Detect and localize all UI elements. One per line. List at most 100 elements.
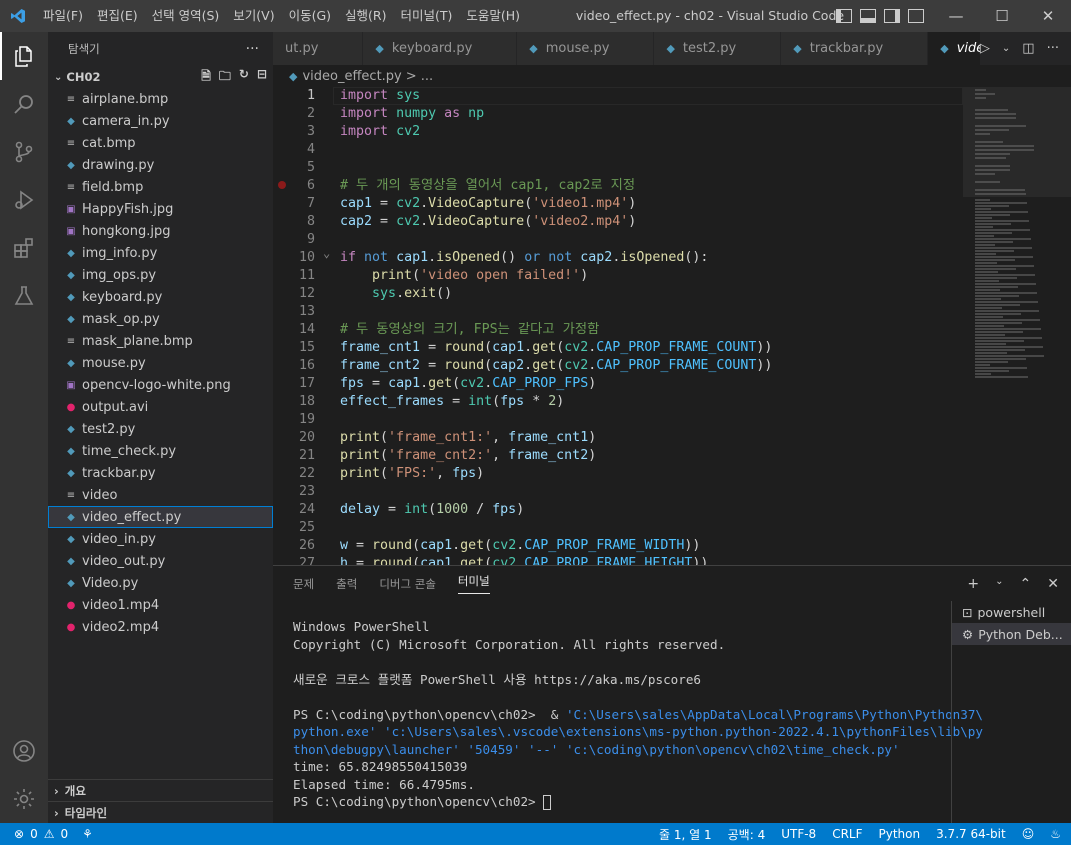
more-actions-icon[interactable]: ··· [1047, 41, 1059, 56]
maximize-icon[interactable]: ☐ [979, 0, 1025, 32]
settings-gear-icon[interactable] [0, 775, 48, 823]
menu-item[interactable]: 편집(E) [90, 0, 145, 32]
file-item[interactable]: ● video2.mp4 [48, 616, 273, 638]
file-item[interactable]: ≡ airplane.bmp [48, 88, 273, 110]
run-debug-icon[interactable] [0, 176, 48, 224]
editor-tab[interactable]: ut.py [273, 32, 364, 65]
editor-tab[interactable]: ◆ test2.py [654, 32, 782, 65]
toggle-panel-icon[interactable] [860, 9, 876, 23]
menu-item[interactable]: 이동(G) [282, 0, 338, 32]
panel-tab[interactable]: 터미널 [457, 573, 490, 594]
feedback-icon[interactable]: ☺ [1022, 827, 1035, 841]
file-item[interactable]: ▣ opencv-logo-white.png [48, 374, 273, 396]
file-item[interactable]: ◆ mask_op.py [48, 308, 273, 330]
split-editor-icon[interactable]: ◫ [1022, 41, 1034, 56]
breadcrumb-file[interactable]: video_effect.py [302, 69, 401, 84]
timeline-section[interactable]: › 타임라인 [48, 801, 273, 823]
file-item[interactable]: ◆ keyboard.py [48, 286, 273, 308]
toggle-sidebar-icon[interactable] [836, 9, 852, 23]
maximize-panel-icon[interactable]: ⌃ [1020, 576, 1032, 592]
code-editor[interactable]: 1 import sys 2 import numpy as np 3 import cv… [273, 87, 963, 565]
warning-count[interactable]: 0 [60, 827, 68, 841]
panel-tab[interactable]: 문제 [293, 576, 314, 592]
terminal-dropdown-icon[interactable]: ⌄ [995, 576, 1003, 592]
file-item[interactable]: ≡ field.bmp [48, 176, 273, 198]
menu-item[interactable]: 파일(F) [36, 0, 90, 32]
panel-tab[interactable]: 디버그 콘솔 [379, 576, 436, 592]
file-item[interactable]: ◆ camera_in.py [48, 110, 273, 132]
notifications-bell-icon[interactable]: ♨ [1050, 827, 1061, 841]
search-icon[interactable] [0, 80, 48, 128]
fold-chevron-icon[interactable]: ⌄ [323, 246, 330, 260]
more-actions-icon[interactable]: ··· [246, 41, 259, 57]
close-panel-icon[interactable]: ✕ [1047, 576, 1059, 592]
collapse-all-icon[interactable]: ⊟ [257, 67, 267, 88]
run-dropdown-icon[interactable]: ⌄ [1002, 43, 1010, 54]
file-item[interactable]: ◆ test2.py [48, 418, 273, 440]
menu-item[interactable]: 터미널(T) [394, 0, 460, 32]
indentation[interactable]: 공백: 4 [728, 826, 766, 843]
terminal-instance[interactable]: ⚙ Python Deb... [952, 623, 1071, 645]
editor-tab[interactable]: ◆ mouse.py [517, 32, 655, 65]
source-control-icon[interactable] [0, 128, 48, 176]
file-item[interactable]: ◆ video_out.py [48, 550, 273, 572]
file-item[interactable]: ◆ trackbar.py [48, 462, 273, 484]
menu-item[interactable]: 실행(R) [338, 0, 393, 32]
editor-tab[interactable]: ◆ keyboard.py [363, 32, 518, 65]
editor-tab[interactable]: ◆ trackbar.py [781, 32, 929, 65]
line-ending[interactable]: CRLF [832, 827, 862, 841]
remote-icon[interactable]: ⚘ [82, 827, 93, 841]
menu-item[interactable]: 도움말(H) [459, 0, 527, 32]
file-item[interactable]: ≡ mask_plane.bmp [48, 330, 273, 352]
encoding[interactable]: UTF-8 [781, 827, 816, 841]
outline-section[interactable]: › 개요 [48, 779, 273, 801]
customize-layout-icon[interactable] [908, 9, 924, 23]
panel-tab[interactable]: 출력 [336, 576, 357, 592]
terminal-output[interactable]: Windows PowerShell Copyright (C) Microsof… [293, 618, 983, 811]
file-item[interactable]: ◆ img_info.py [48, 242, 273, 264]
folder-header[interactable]: ⌄ CH02 🗎 🗀 ↻ ⊟ [48, 66, 273, 88]
new-folder-icon[interactable]: 🗀 [219, 67, 231, 88]
file-item[interactable]: ◆ time_check.py [48, 440, 273, 462]
line-number: 10 [298, 250, 315, 265]
file-item[interactable]: ▣ hongkong.jpg [48, 220, 273, 242]
python-interpreter[interactable]: 3.7.7 64-bit [936, 827, 1006, 841]
file-item[interactable]: ◆ mouse.py [48, 352, 273, 374]
terminal-cursor [543, 795, 552, 810]
close-window-icon[interactable]: ✕ [1025, 0, 1071, 32]
terminal-instance[interactable]: ⊡ powershell [952, 601, 1071, 623]
language-mode[interactable]: Python [879, 827, 921, 841]
run-file-icon[interactable]: ▷ [980, 41, 990, 56]
file-item[interactable]: ◆ drawing.py [48, 154, 273, 176]
file-item[interactable]: ▣ HappyFish.jpg [48, 198, 273, 220]
file-item[interactable]: ≡ cat.bmp [48, 132, 273, 154]
minimap[interactable] [963, 87, 1071, 565]
warning-icon[interactable]: ⚠ [44, 827, 55, 841]
file-item[interactable]: ● video1.mp4 [48, 594, 273, 616]
video-file-icon: ● [66, 599, 76, 611]
toggle-secondary-sidebar-icon[interactable] [884, 9, 900, 23]
minimize-icon[interactable]: — [933, 0, 979, 32]
breadcrumb-more[interactable]: > ... [406, 69, 433, 84]
terminal-line: Windows PowerShell [293, 618, 943, 636]
file-item[interactable]: ◆ video_in.py [48, 528, 273, 550]
explorer-icon[interactable] [0, 32, 48, 80]
menu-item[interactable]: 선택 영역(S) [145, 0, 227, 32]
testing-icon[interactable] [0, 272, 48, 320]
refresh-icon[interactable]: ↻ [239, 67, 249, 88]
new-file-icon[interactable]: 🗎 [201, 67, 211, 88]
file-item[interactable]: ◆ Video.py [48, 572, 273, 594]
file-item[interactable]: ≡ video [48, 484, 273, 506]
file-item[interactable]: ● output.avi [48, 396, 273, 418]
minimap-viewport[interactable] [963, 87, 1071, 197]
account-icon[interactable] [0, 727, 48, 775]
extensions-icon[interactable] [0, 224, 48, 272]
new-terminal-icon[interactable]: + [967, 576, 979, 592]
cursor-position[interactable]: 줄 1, 열 1 [659, 826, 712, 843]
file-item[interactable]: ◆ video_effect.py [48, 506, 273, 528]
error-icon[interactable]: ⊗ [14, 827, 24, 841]
file-item[interactable]: ◆ img_ops.py [48, 264, 273, 286]
error-count[interactable]: 0 [30, 827, 38, 841]
minimap-line [975, 259, 1015, 261]
menu-item[interactable]: 보기(V) [226, 0, 281, 32]
